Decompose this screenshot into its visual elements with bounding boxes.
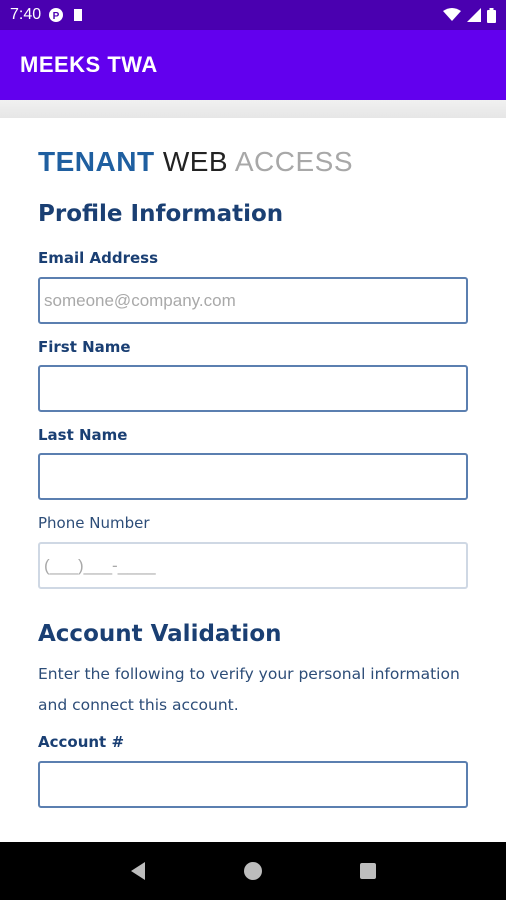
first-name-label: First Name bbox=[38, 338, 131, 356]
first-name-field[interactable] bbox=[38, 365, 468, 412]
back-icon bbox=[130, 862, 145, 880]
app-title: MEEKS TWA bbox=[20, 52, 158, 77]
validation-description-line-1: Enter the following to verify your perso… bbox=[38, 665, 460, 683]
status-bar: 7:40 P bbox=[0, 0, 506, 30]
phone-field[interactable] bbox=[38, 542, 468, 589]
logo-part-tenant: TENANT bbox=[38, 146, 155, 177]
validation-section-title: Account Validation bbox=[38, 621, 282, 647]
tenant-web-access-logo: TENANT WEB ACCESS bbox=[38, 145, 468, 179]
last-name-field[interactable] bbox=[38, 453, 468, 500]
recents-icon bbox=[360, 863, 377, 879]
recents-button[interactable] bbox=[353, 856, 383, 886]
profile-section-title: Profile Information bbox=[38, 201, 284, 227]
account-number-label: Account # bbox=[38, 733, 125, 751]
logo-part-access: ACCESS bbox=[234, 146, 353, 177]
battery-icon bbox=[487, 7, 496, 23]
navigation-bar bbox=[0, 842, 506, 900]
web-content[interactable]: TENANT WEB ACCESS Profile Information Em… bbox=[0, 118, 506, 842]
last-name-label: Last Name bbox=[38, 426, 128, 444]
sd-card-icon bbox=[74, 9, 83, 21]
email-label: Email Address bbox=[38, 249, 159, 267]
divider bbox=[0, 100, 506, 118]
phone-label: Phone Number bbox=[38, 514, 150, 532]
svg-text:P: P bbox=[53, 11, 60, 22]
home-button[interactable] bbox=[238, 856, 268, 886]
validation-description: Enter the following to verify your perso… bbox=[38, 659, 468, 721]
signal-icon bbox=[467, 8, 481, 22]
validation-description-line-2: and connect this account. bbox=[38, 696, 239, 714]
home-icon bbox=[243, 862, 262, 880]
back-button[interactable] bbox=[123, 856, 153, 886]
email-field[interactable] bbox=[38, 277, 468, 324]
p-icon: P bbox=[49, 8, 64, 22]
app-bar: MEEKS TWA bbox=[0, 30, 506, 100]
account-number-field[interactable] bbox=[38, 761, 468, 808]
wifi-icon bbox=[443, 8, 461, 21]
logo-part-web: WEB bbox=[162, 146, 229, 177]
status-time: 7:40 bbox=[10, 6, 42, 23]
